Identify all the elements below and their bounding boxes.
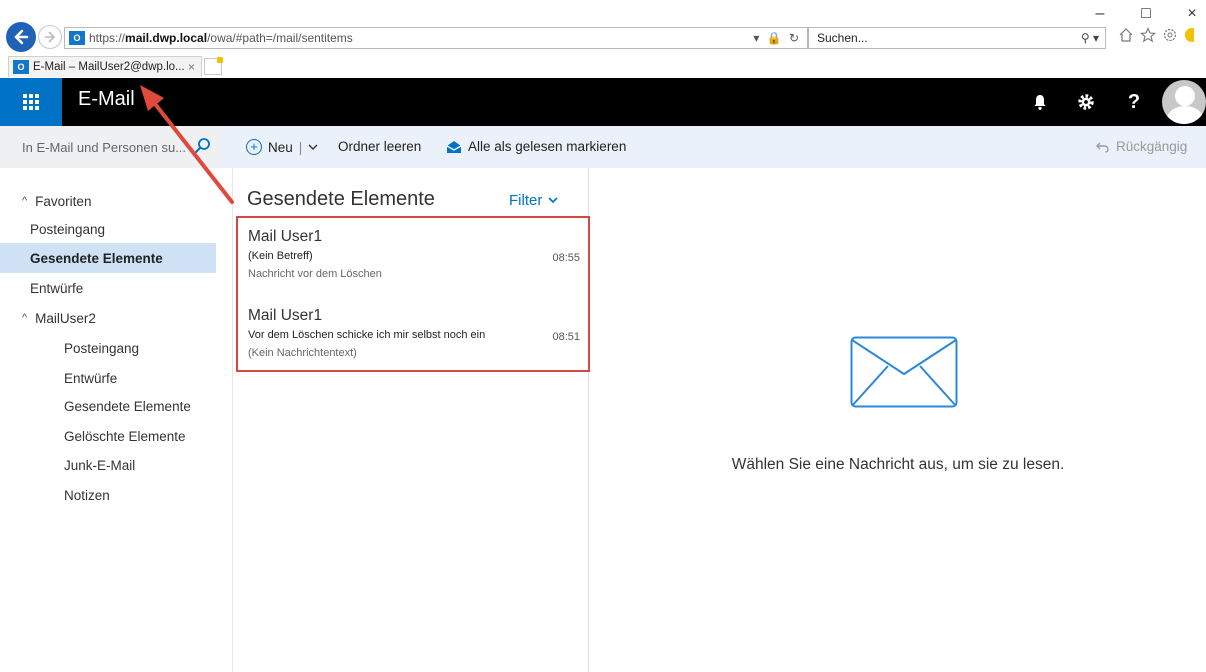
folder-group-favoriten[interactable]: ^ Favoriten — [0, 186, 216, 216]
folder-item-entwuerfe[interactable]: Entwürfe — [0, 273, 216, 303]
search-icon[interactable]: ⚲ ▾ — [1081, 31, 1099, 45]
folder-item-posteingang[interactable]: Posteingang — [0, 214, 216, 244]
chevron-down-icon — [548, 197, 558, 204]
url-scheme: https:// — [89, 31, 126, 45]
star-icon[interactable] — [1140, 27, 1156, 43]
help-button[interactable]: ? — [1110, 78, 1158, 126]
mark-all-read-label: Alle als gelesen markieren — [468, 139, 627, 154]
folder-label: Notizen — [64, 487, 110, 503]
browser-toolbar-icons — [1118, 27, 1194, 43]
app-header: E-Mail ? — [0, 78, 1206, 126]
tab-title: E-Mail – MailUser2@dwp.lo... — [33, 61, 185, 73]
folder-item-gesendete-elemente[interactable]: Gesendete Elemente — [0, 243, 216, 273]
folder-label: Gelöschte Elemente — [64, 428, 186, 444]
message-item[interactable]: Mail User1 Vor dem Löschen schicke ich m… — [248, 307, 580, 359]
list-title: Gesendete Elemente — [247, 188, 435, 210]
window-controls: – □ × — [1092, 2, 1200, 26]
folder-item-entwuerfe[interactable]: Entwürfe — [0, 363, 216, 393]
folder-label: Entwürfe — [64, 370, 118, 386]
forward-button[interactable] — [38, 25, 62, 49]
empty-folder-button[interactable]: Ordner leeren — [338, 139, 421, 154]
browser-search-placeholder: Suchen... — [817, 31, 868, 45]
arrow-left-icon — [14, 29, 29, 45]
folder-pane: ^ Favoriten Posteingang Gesendete Elemen… — [0, 168, 218, 672]
message-sender: Mail User1 — [248, 228, 323, 245]
home-icon[interactable] — [1118, 27, 1134, 43]
notifications-button[interactable] — [1016, 78, 1064, 126]
new-tab-button[interactable] — [204, 57, 223, 75]
gear-icon — [1078, 94, 1094, 110]
highlight-box: Mail User1 (Kein Betreff) 08:55 Nachrich… — [236, 216, 590, 372]
folder-item-posteingang[interactable]: Posteingang — [0, 333, 216, 363]
plus-circle-icon: + — [246, 139, 262, 155]
folder-label: Posteingang — [30, 221, 106, 237]
folder-item-notizen[interactable]: Notizen — [0, 480, 216, 510]
folder-label: Junk-E-Mail — [64, 457, 136, 473]
back-button[interactable] — [6, 22, 36, 52]
folder-label: MailUser2 — [35, 310, 96, 326]
message-subject: (Kein Betreff) — [248, 250, 313, 262]
smiley-icon[interactable] — [1184, 27, 1194, 43]
mail-search-input[interactable]: In E-Mail und Personen su... — [0, 126, 218, 168]
reading-pane-empty-text: Wählen Sie eine Nachricht aus, um sie zu… — [731, 456, 1065, 473]
outlook-favicon: O — [13, 60, 29, 74]
maximize-button[interactable]: □ — [1138, 2, 1154, 26]
folder-label: Gesendete Elemente — [64, 398, 191, 414]
chevron-up-icon[interactable]: ^ — [22, 312, 27, 324]
undo-icon — [1096, 142, 1109, 153]
folder-label: Posteingang — [64, 340, 140, 356]
message-subject: Vor dem Löschen schicke ich mir selbst n… — [248, 329, 486, 341]
address-bar[interactable]: O https:// mail.dwp.local /owa/#path=/ma… — [64, 27, 808, 49]
avatar[interactable] — [1162, 80, 1206, 124]
mail-search-placeholder: In E-Mail und Personen su... — [22, 139, 187, 155]
envelope-icon — [850, 336, 958, 408]
message-preview: Nachricht vor dem Löschen — [248, 268, 382, 280]
browser-chrome: – □ × O https:// mail.dwp.local /owa/#pa… — [0, 0, 1206, 78]
filter-button[interactable]: Filter — [509, 192, 558, 209]
bell-icon — [1034, 95, 1046, 110]
message-item[interactable]: Mail User1 (Kein Betreff) 08:55 Nachrich… — [248, 228, 580, 280]
address-bar-actions[interactable]: ▾ 🔒 ↻ — [753, 31, 801, 45]
pane-divider — [232, 168, 233, 672]
chevron-down-icon[interactable] — [308, 143, 318, 151]
folder-item-gesendete-elemente[interactable]: Gesendete Elemente — [0, 391, 216, 421]
undo-button[interactable]: Rückgängig — [1096, 139, 1187, 154]
search-icon[interactable] — [194, 137, 211, 154]
browser-search-input[interactable]: Suchen... ⚲ ▾ — [808, 27, 1106, 49]
minimize-button[interactable]: – — [1092, 2, 1108, 26]
folder-group-mailuser2[interactable]: ^ MailUser2 — [0, 303, 216, 333]
folder-label: Entwürfe — [30, 280, 84, 296]
message-time: 08:51 — [552, 331, 580, 343]
message-preview: (Kein Nachrichtentext) — [248, 347, 357, 359]
new-message-button[interactable]: + Neu | — [246, 139, 318, 155]
app-title: E-Mail — [78, 88, 135, 110]
folder-label: Gesendete Elemente — [30, 250, 163, 266]
message-time: 08:55 — [552, 252, 580, 264]
close-window-button[interactable]: × — [1184, 2, 1200, 26]
new-separator: | — [298, 139, 303, 155]
folder-item-geloeschte-elemente[interactable]: Gelöschte Elemente — [0, 421, 216, 451]
url-host: mail.dwp.local — [125, 31, 208, 45]
command-bar: In E-Mail und Personen su... + Neu | Ord… — [0, 126, 1206, 168]
chevron-up-icon[interactable]: ^ — [22, 195, 27, 207]
outlook-favicon: O — [69, 31, 85, 45]
undo-label: Rückgängig — [1116, 139, 1188, 154]
filter-label: Filter — [509, 192, 543, 209]
browser-tab[interactable]: O E-Mail – MailUser2@dwp.lo... × — [8, 56, 202, 77]
new-label: Neu — [268, 139, 293, 155]
tab-close-icon[interactable]: × — [188, 60, 195, 74]
folder-label: Favoriten — [35, 193, 92, 209]
url-path: /owa/#path=/mail/sentitems — [207, 31, 353, 45]
arrow-right-icon — [45, 31, 56, 43]
settings-button[interactable] — [1062, 78, 1110, 126]
waffle-icon — [23, 94, 39, 110]
app-launcher-button[interactable] — [0, 78, 62, 126]
message-sender: Mail User1 — [248, 307, 323, 324]
open-envelope-icon — [446, 140, 462, 153]
folder-item-junk-e-mail[interactable]: Junk-E-Mail — [0, 450, 216, 480]
gear-icon[interactable] — [1162, 27, 1178, 43]
mark-all-read-button[interactable]: Alle als gelesen markieren — [446, 139, 626, 154]
